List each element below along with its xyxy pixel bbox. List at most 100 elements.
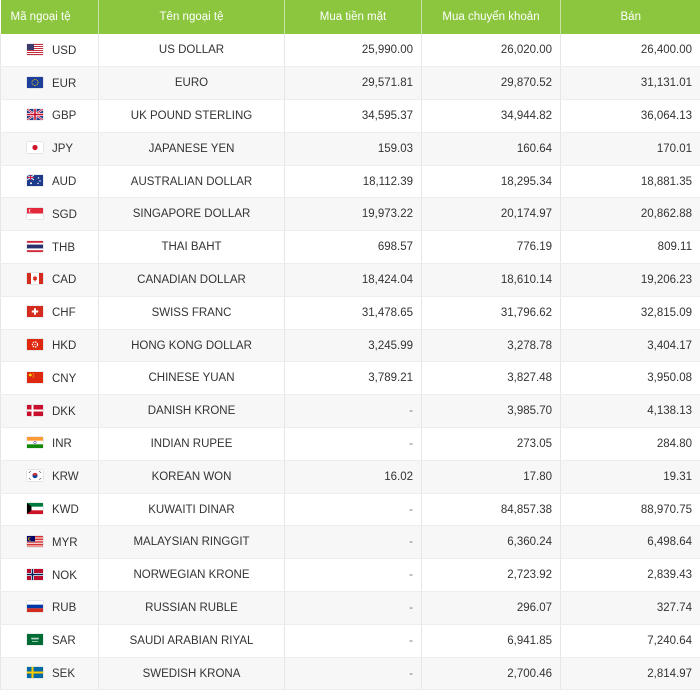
transfer-buy-rate: 2,723.92 (421, 558, 561, 593)
table-row: SEK SWEDISH KRONA -2,700.46 2,814.97 (0, 657, 700, 691)
currency-code-cell: SEK (0, 657, 99, 691)
australia-flag-icon (26, 174, 43, 187)
currency-code-cell: DKK (0, 394, 99, 429)
currency-code-cell: KWD (0, 493, 99, 527)
sell-rate: 31,131.01 (560, 66, 700, 101)
us-flag-icon (27, 43, 43, 55)
header-sell: Bán (560, 0, 700, 34)
table-row: THB THAI BAHT 698.57 776.19 809.11 (0, 230, 700, 265)
sell-rate: 19,206.23 (560, 263, 700, 297)
sell-rate: 3,404.17 (560, 329, 700, 363)
transfer-buy-rate: 31,796.62 (421, 296, 561, 330)
cash-buy-rate: - (284, 657, 422, 691)
currency-code-cell: INR (0, 427, 99, 461)
transfer-buy-rate: 34,944.82 (421, 99, 561, 133)
sell-rate: 170.01 (560, 132, 700, 166)
sell-rate: 809.11 (560, 230, 700, 265)
currency-name: EURO (98, 66, 285, 101)
header-currency-name: Tên ngoại tệ (98, 0, 285, 34)
currency-code-cell: SAR (0, 624, 99, 658)
table-header-row: Mã ngoại tệ Tên ngoại tệ Mua tiền mặt Mu… (0, 0, 700, 34)
currency-code: HKD (52, 340, 77, 353)
currency-code-cell: CHF (0, 296, 99, 330)
currency-code-cell: SGD (0, 197, 99, 232)
cash-buy-rate: 29,571.81 (284, 66, 422, 101)
singapore-flag-icon (27, 207, 43, 219)
kuwait-flag-icon (27, 503, 43, 515)
eu-flag-icon (27, 76, 43, 88)
sell-rate: 2,814.97 (560, 657, 700, 691)
currency-name: US DOLLAR (98, 34, 285, 68)
currency-code-cell: RUB (0, 591, 99, 625)
denmark-flag-icon (27, 404, 43, 416)
cash-buy-rate: - (284, 525, 422, 560)
india-flag-icon (27, 437, 43, 449)
currency-code: CAD (52, 274, 77, 287)
malaysia-flag-icon (27, 535, 43, 547)
currency-code: KWD (52, 504, 79, 517)
transfer-buy-rate: 3,985.70 (421, 394, 561, 429)
table-row: CAD CANADIAN DOLLAR 18,424.04 18,610.14 19,2… (0, 263, 700, 297)
header-transfer-buy: Mua chuyển khoản (421, 0, 561, 34)
cash-buy-rate: - (284, 591, 422, 625)
cash-buy-rate: - (284, 624, 422, 658)
sell-rate: 7,240.64 (560, 624, 700, 658)
currency-code: JPY (52, 143, 74, 156)
sell-rate: 6,498.64 (560, 525, 700, 560)
transfer-buy-rate: 776.19 (421, 230, 561, 265)
cash-buy-rate: 698.57 (284, 230, 422, 265)
header-cash-buy: Mua tiền mặt (284, 0, 422, 34)
currency-code: NOK (52, 569, 77, 582)
currency-name: DANISH KRONE (98, 394, 285, 429)
currency-code-cell: HKD (0, 329, 99, 363)
table-row: AUD AUSTRALIAN DOLLAR 18,112.39 18,295.34 18… (0, 165, 700, 199)
cash-buy-rate: - (284, 394, 422, 429)
sell-rate: 18,881.35 (560, 165, 700, 199)
sweden-flag-icon (27, 667, 43, 679)
currency-code: SAR (52, 635, 76, 648)
currency-code-cell: AUD (0, 165, 99, 199)
uk-flag-icon (26, 108, 44, 122)
header-currency-code: Mã ngoại tệ (0, 0, 99, 34)
sell-rate: 36,064.13 (560, 99, 700, 133)
table-row: MYR MALAYSIAN RINGGIT -6,360.24 6,498.64 (0, 525, 700, 560)
table-row: USD US DOLLAR 25,990.00 26,020.00 26,400.00 (0, 34, 700, 68)
transfer-buy-rate: 6,941.85 (421, 624, 561, 658)
china-flag-icon (27, 371, 43, 383)
transfer-buy-rate: 29,870.52 (421, 66, 561, 101)
currency-name: MALAYSIAN RINGGIT (98, 525, 285, 560)
norway-flag-icon (27, 568, 43, 580)
cash-buy-rate: 31,478.65 (284, 296, 422, 330)
cash-buy-rate: - (284, 427, 422, 461)
sell-rate: 20,862.88 (560, 197, 700, 232)
currency-name: CHINESE YUAN (98, 361, 285, 396)
table-row: KWD KUWAITI DINAR -84,857.38 88,970.75 (0, 493, 700, 527)
currency-code: SGD (52, 208, 77, 221)
currency-name: SINGAPORE DOLLAR (98, 197, 285, 232)
table-row: GBP UK POUND STERLING 34,595.37 34,944.82 36… (0, 99, 700, 133)
cash-buy-rate: - (284, 558, 422, 593)
table-row: NOK NORWEGIAN KRONE -2,723.92 2,839.43 (0, 558, 700, 593)
currency-name: INDIAN RUPEE (98, 427, 285, 461)
currency-name: THAI BAHT (98, 230, 285, 265)
transfer-buy-rate: 26,020.00 (421, 34, 561, 68)
sell-rate: 4,138.13 (560, 394, 700, 429)
transfer-buy-rate: 160.64 (421, 132, 561, 166)
transfer-buy-rate: 3,827.48 (421, 361, 561, 396)
cash-buy-rate: 18,424.04 (284, 263, 422, 297)
cash-buy-rate: - (284, 493, 422, 527)
currency-code: MYR (52, 536, 78, 549)
transfer-buy-rate: 3,278.78 (421, 329, 561, 363)
table-row: KRW KOREAN WON 16.02 17.80 19.31 (0, 460, 700, 494)
currency-code: GBP (52, 110, 77, 123)
currency-name: CANADIAN DOLLAR (98, 263, 285, 297)
canada-flag-icon (27, 273, 43, 285)
cash-buy-rate: 3,245.99 (284, 329, 422, 363)
table-row: JPY JAPANESE YEN 159.03 160.64 170.01 (0, 132, 700, 166)
table-row: SGD SINGAPORE DOLLAR 19,973.22 20,174.97 20,… (0, 197, 700, 232)
cash-buy-rate: 34,595.37 (284, 99, 422, 133)
table-row: EUR EURO 29,571.81 29,870.52 31,131.01 (0, 66, 700, 101)
transfer-buy-rate: 2,700.46 (421, 657, 561, 691)
sell-rate: 3,950.08 (560, 361, 700, 396)
transfer-buy-rate: 17.80 (421, 460, 561, 494)
